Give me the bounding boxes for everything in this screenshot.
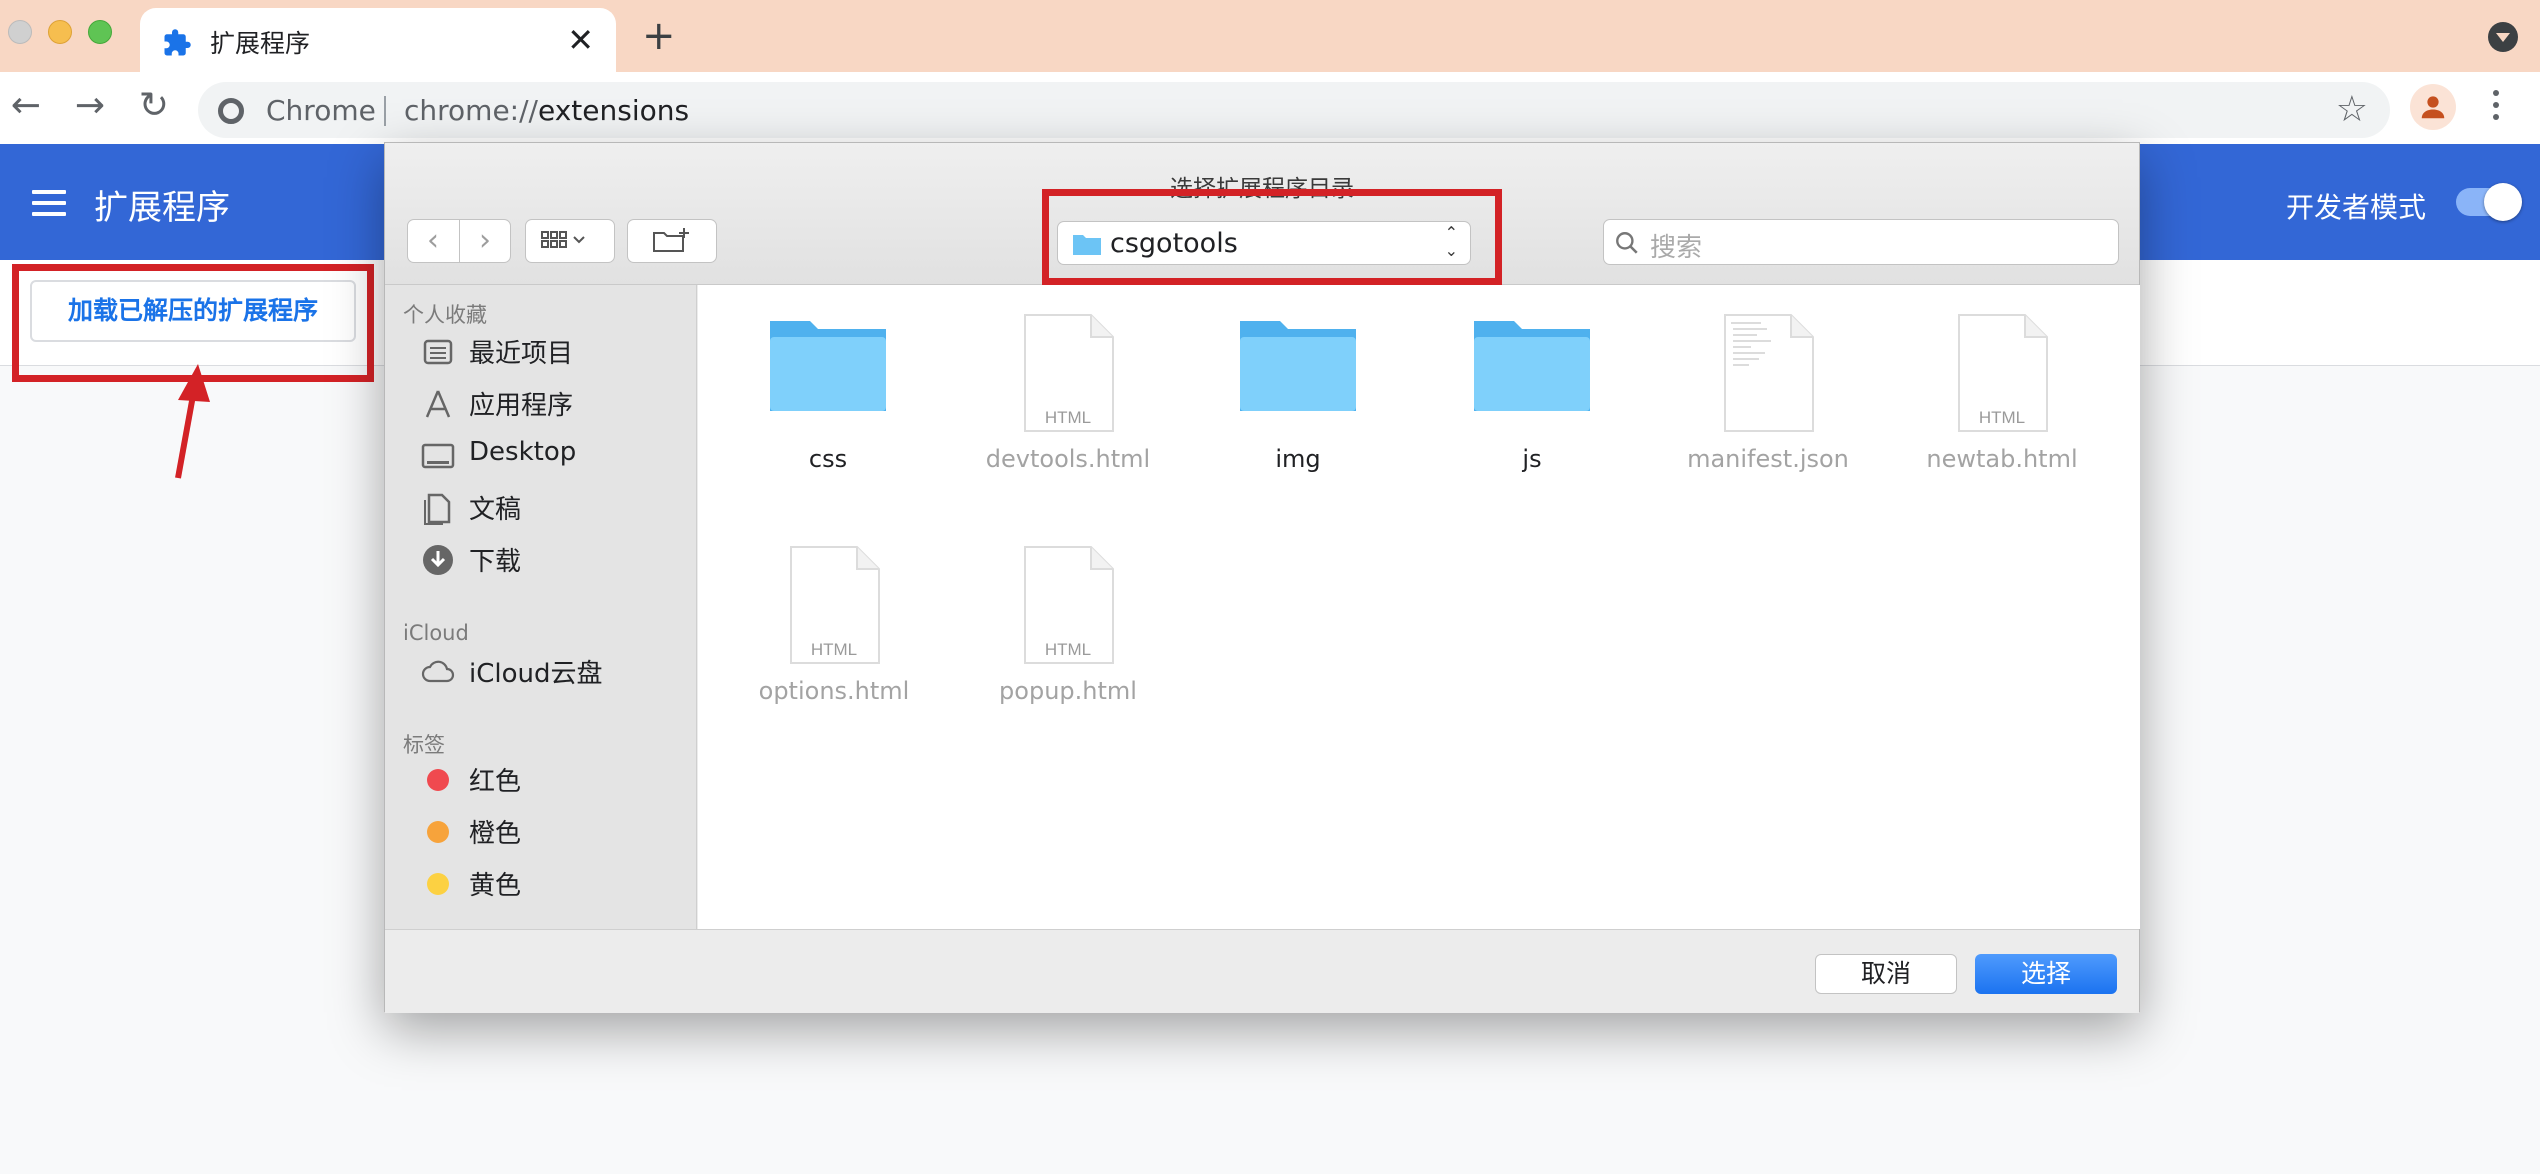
file-item-html: HTML devtools.html [958, 297, 1178, 487]
puzzle-icon [164, 29, 191, 56]
tab-extensions[interactable]: 扩展程序 ✕ [140, 8, 616, 72]
person-icon [2421, 96, 2445, 119]
chevron-right-icon[interactable]: › [460, 224, 510, 258]
file-item-html: HTML options.html [724, 529, 944, 719]
recents-icon [423, 339, 453, 365]
developer-mode-label: 开发者模式 [2286, 191, 2427, 224]
site-name: Chrome [266, 94, 376, 127]
history-nav-control: ‹ › [407, 219, 511, 263]
applications-icon [425, 390, 451, 418]
file-item-folder[interactable]: css [718, 297, 938, 487]
new-tab-button[interactable]: + [642, 14, 676, 58]
json-file-icon [1724, 314, 1814, 432]
developer-mode-toggle[interactable] [2456, 183, 2522, 221]
chevron-left-icon[interactable]: ‹ [408, 224, 458, 258]
svg-text:HTML: HTML [811, 640, 857, 659]
cancel-button[interactable]: 取消 [1815, 954, 1957, 994]
back-arrow-icon[interactable]: ← [6, 86, 46, 126]
browser-toolbar: ← → ↻ Chrome chrome://extensions ☆ [0, 72, 2540, 144]
file-item-json: manifest.json [1658, 297, 1878, 487]
svg-text:HTML: HTML [1979, 408, 2025, 427]
icloud-header: iCloud [403, 621, 469, 645]
search-icon [1616, 232, 1638, 254]
window-minimize-button[interactable] [48, 20, 72, 44]
browser-tab-strip: 扩展程序 ✕ + [0, 0, 2540, 72]
dialog-footer: 取消 选择 [385, 929, 2139, 1013]
highlight-box-current-folder [1042, 189, 1502, 285]
html-file-icon: HTML [790, 546, 880, 664]
more-menu-icon[interactable] [2486, 86, 2506, 130]
svg-text:HTML: HTML [1045, 640, 1091, 659]
choose-button[interactable]: 选择 [1975, 954, 2117, 994]
folder-icon [1240, 321, 1356, 411]
cloud-icon [421, 660, 455, 683]
new-folder-icon [653, 228, 689, 252]
orange-tag-dot [427, 821, 449, 843]
yellow-tag-dot [427, 873, 449, 895]
tab-title: 扩展程序 [210, 29, 311, 58]
bookmark-star-icon[interactable]: ☆ [2336, 90, 2368, 130]
favorites-header: 个人收藏 [403, 303, 487, 327]
red-arrow-annotation [175, 364, 210, 479]
url-text[interactable]: chrome://extensions [404, 94, 689, 127]
folder-icon [1474, 321, 1590, 411]
hamburger-menu-icon[interactable] [32, 190, 66, 216]
chrome-logo-icon [218, 98, 244, 124]
forward-arrow-icon[interactable]: → [70, 86, 110, 126]
dialog-sidebar: 个人收藏 最近项目 应用程序 Desktop 文稿 下载 iCloud iClo… [385, 285, 697, 929]
svg-text:HTML: HTML [1045, 408, 1091, 427]
tab-search-icon[interactable] [2488, 22, 2518, 52]
red-tag-dot [427, 769, 449, 791]
address-bar[interactable]: Chrome chrome://extensions ☆ [198, 82, 2390, 138]
search-input[interactable]: 搜索 [1603, 219, 2119, 265]
file-item-folder[interactable]: img [1188, 297, 1408, 487]
window-close-button[interactable] [8, 20, 32, 44]
html-file-icon: HTML [1024, 546, 1114, 664]
close-icon[interactable]: ✕ [567, 20, 594, 60]
file-item-html: HTML popup.html [958, 529, 1178, 719]
file-item-html: HTML newtab.html [1892, 297, 2112, 487]
toggle-knob [2484, 183, 2522, 221]
desktop-icon [421, 443, 455, 469]
file-item-folder[interactable]: js [1422, 297, 1642, 487]
html-file-icon: HTML [1024, 314, 1114, 432]
page-title: 扩展程序 [94, 188, 230, 228]
view-mode-button[interactable] [525, 219, 615, 263]
documents-icon [424, 493, 451, 525]
search-placeholder: 搜索 [1650, 233, 1703, 263]
downloads-icon [423, 545, 453, 575]
icon-grid-view-icon [541, 231, 585, 248]
new-folder-button[interactable] [627, 219, 717, 263]
profile-avatar[interactable] [2410, 84, 2456, 130]
file-grid: css HTML devtools.html img js manifest.j… [698, 285, 2140, 929]
divider [384, 96, 386, 126]
reload-icon[interactable]: ↻ [134, 86, 174, 126]
window-maximize-button[interactable] [88, 20, 112, 44]
tags-header: 标签 [403, 733, 445, 757]
folder-icon [770, 321, 886, 411]
html-file-icon: HTML [1958, 314, 2048, 432]
